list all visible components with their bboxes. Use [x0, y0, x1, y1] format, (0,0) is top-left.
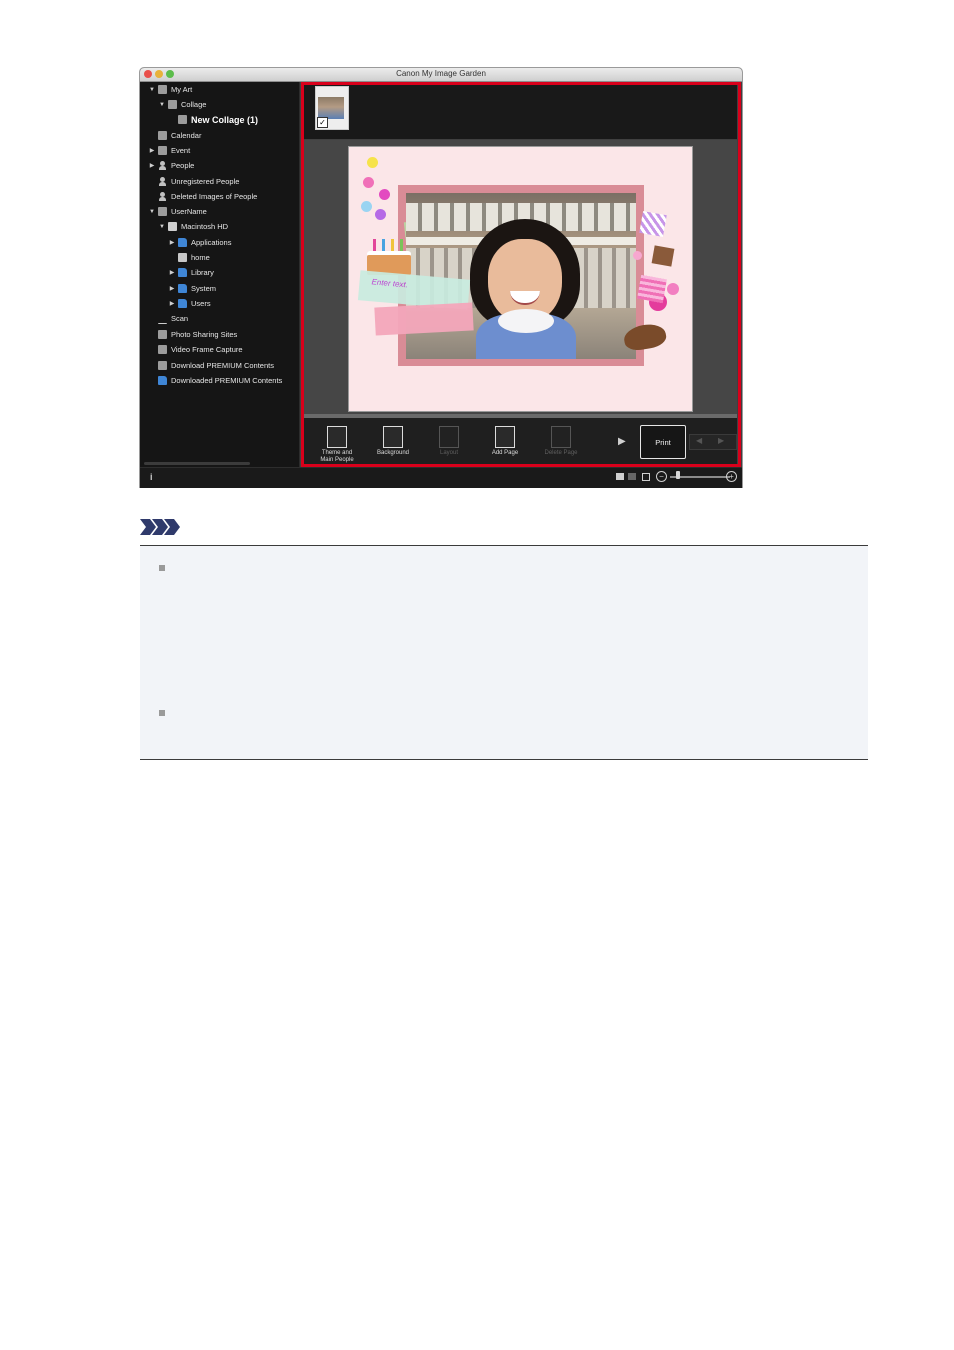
page-thumbnail-strip: ✓ — [303, 85, 737, 139]
flower-sticker — [375, 209, 386, 220]
page-thumbnail[interactable]: ✓ — [315, 86, 349, 130]
bottom-toolbar: Theme and Main People Background Layout … — [303, 418, 737, 464]
note-box — [140, 545, 868, 760]
add-page-icon — [495, 426, 515, 448]
theme-icon — [327, 426, 347, 448]
flower-sticker — [363, 177, 374, 188]
flower-sticker — [361, 201, 372, 212]
photo-collar — [498, 309, 554, 333]
collage-page[interactable]: Enter text. — [348, 146, 693, 412]
zoom-in-icon[interactable]: + — [726, 471, 737, 482]
flower-sticker — [379, 189, 390, 200]
zoom-out-icon[interactable]: − — [656, 471, 667, 482]
delete-page-label: Delete Page — [544, 450, 578, 456]
status-bar: i − + — [140, 467, 742, 488]
pink-tape-sticker — [374, 302, 474, 336]
layout-button[interactable]: Layout — [421, 422, 477, 462]
gift-sticker — [651, 245, 675, 267]
zoom-slider-knob[interactable] — [676, 471, 680, 479]
info-icon[interactable]: i — [150, 472, 153, 482]
delete-page-icon — [551, 426, 571, 448]
previous-page-icon[interactable]: ◀ — [696, 436, 702, 445]
note-bullet — [159, 565, 165, 571]
background-icon — [383, 426, 403, 448]
main-pane-content: ✓ Enter text. Theme and Main People Back… — [140, 68, 742, 488]
collage-photo[interactable] — [406, 193, 636, 359]
add-page-label: Add Page — [491, 450, 519, 456]
note-chevron-icon — [140, 519, 180, 535]
thumbnail-view-icon[interactable] — [628, 473, 636, 480]
thumbnail-photo — [318, 97, 344, 119]
gift-sticker — [637, 274, 667, 304]
next-page-icon[interactable]: ▶ — [718, 436, 724, 445]
background-label: Background — [376, 450, 410, 456]
gift-sticker — [639, 211, 667, 237]
chevron-right-icon[interactable]: ▶ — [618, 436, 626, 447]
add-page-button[interactable]: Add Page — [477, 422, 533, 462]
theme-and-main-people-button[interactable]: Theme and Main People — [309, 422, 365, 463]
single-view-icon[interactable] — [616, 473, 624, 480]
full-screen-icon[interactable] — [642, 473, 650, 481]
theme-label-line1: Theme and — [321, 450, 353, 456]
delete-page-button[interactable]: Delete Page — [533, 422, 589, 462]
background-button[interactable]: Background — [365, 422, 421, 462]
text-placeholder[interactable]: Enter text. — [371, 277, 408, 289]
flower-sticker — [367, 157, 378, 168]
flower-sticker — [633, 251, 642, 260]
note-bullet — [159, 710, 165, 716]
layout-label: Layout — [439, 450, 458, 456]
page-navigation: ◀ ▶ — [689, 434, 737, 450]
print-button[interactable]: Print — [640, 425, 686, 459]
flower-sticker — [667, 283, 679, 295]
layout-icon — [439, 426, 459, 448]
thumbnail-checkbox[interactable]: ✓ — [317, 117, 328, 128]
theme-label-line2: Main People — [320, 457, 354, 463]
